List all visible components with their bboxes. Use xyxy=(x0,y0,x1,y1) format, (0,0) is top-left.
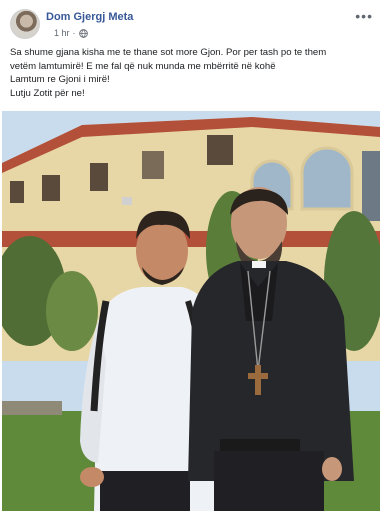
photo-illustration xyxy=(2,111,380,511)
post-text-line: Lutju Zotit për ne! xyxy=(10,87,85,99)
post-timestamp[interactable]: 1 hr xyxy=(54,28,70,38)
post-text-line: Lamtum re Gjoni i mirë! xyxy=(10,74,110,85)
post-text-line: vetëm lamtumirë! E me fal që nuk munda m… xyxy=(10,60,276,72)
globe-icon xyxy=(78,28,88,38)
post-text-line: Sa shume gjana kisha me te thane sot mor… xyxy=(10,47,327,58)
post-text: Sa shume gjana kisha me te thane sot mor… xyxy=(10,46,378,100)
post-meta: 1 hr · xyxy=(54,28,88,38)
author-name[interactable]: Dom Gjergj Meta xyxy=(46,11,133,23)
post-photo[interactable] xyxy=(2,111,380,511)
facebook-post: Dom Gjergj Meta 1 hr · ••• Sa shume gjan… xyxy=(0,0,382,512)
author-avatar[interactable] xyxy=(10,9,40,39)
ellipsis-icon[interactable]: ••• xyxy=(355,8,373,24)
post-header: Dom Gjergj Meta 1 hr · ••• xyxy=(0,0,382,46)
